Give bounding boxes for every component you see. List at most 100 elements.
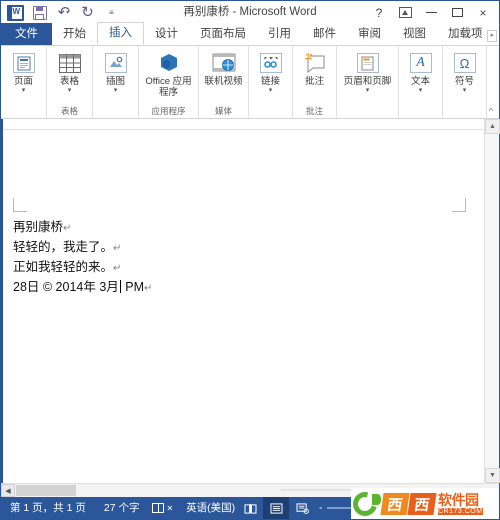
scroll-left-icon[interactable]: ◀: [1, 484, 15, 497]
links-label: 链接: [260, 76, 280, 87]
tab-overflow-icon[interactable]: ▸: [487, 30, 497, 42]
group-label-illustrations: [94, 104, 137, 118]
line-4-text: 28日 © 2014年 3月: [13, 280, 119, 294]
document-page[interactable]: 再别康桥↵ 轻轻的，我走了。↵ 正如我轻轻的来。↵ 28日 © 2014年 3月…: [3, 129, 484, 483]
scroll-down-icon[interactable]: ▼: [485, 468, 500, 483]
line-1-text: 再别康桥: [13, 220, 64, 234]
line-1-pilcrow: ↵: [63, 223, 72, 234]
online-video-button[interactable]: 联机视频: [201, 49, 247, 87]
page-indicator[interactable]: 第 1 页，共 1 页: [1, 497, 95, 519]
book-icon: [243, 503, 257, 514]
ribbon-group-tables: 表格 ▾ 表格: [47, 46, 93, 118]
group-label-symbols: [444, 104, 485, 118]
pages-caret-icon[interactable]: ▾: [22, 87, 26, 95]
link-icon: [258, 51, 284, 75]
print-layout-view-button[interactable]: [263, 497, 289, 519]
document-line-1: 再别康桥↵: [13, 218, 464, 238]
ribbon-group-pages: 页面 ▾: [1, 46, 47, 118]
quick-access-toolbar: ↶▾ ↻ ≡: [1, 4, 120, 21]
page-margin-corner-right: [452, 198, 466, 212]
window-controls: ? ×: [367, 1, 495, 24]
tab-review[interactable]: 审阅: [347, 23, 392, 45]
ribbon-group-comments: 批注 批注: [293, 46, 337, 118]
close-button[interactable]: ×: [471, 3, 495, 23]
text-icon: A: [408, 51, 434, 75]
tab-references[interactable]: 引用: [257, 23, 302, 45]
tab-file[interactable]: 文件: [1, 23, 52, 45]
illustrations-icon: [103, 51, 129, 75]
illustrations-button[interactable]: 插图 ▾: [93, 49, 139, 95]
scroll-up-icon[interactable]: ▲: [485, 119, 500, 134]
text-label: 文本: [410, 76, 430, 87]
web-layout-view-button[interactable]: [289, 497, 315, 519]
zoom-out-button[interactable]: -: [319, 502, 323, 514]
office-apps-icon: [156, 51, 182, 75]
group-label-pages: [2, 104, 45, 118]
line-4-pilcrow: ↵: [144, 283, 153, 294]
help-button[interactable]: ?: [367, 3, 391, 23]
table-caret-icon[interactable]: ▾: [68, 87, 72, 95]
comment-icon: [302, 51, 328, 75]
ribbon-insert-panel: 页面 ▾ 表格 ▾ 表格 插图 ▾ Office 应用程序 应用程序 联机视频 …: [1, 46, 499, 119]
document-line-3: 正如我轻轻的来。↵: [13, 258, 464, 278]
save-icon[interactable]: [31, 5, 48, 21]
watermark-brand-chars: 西 西: [380, 492, 437, 515]
header-footer-icon: [355, 51, 381, 75]
text-button[interactable]: A 文本 ▾: [398, 49, 444, 95]
watermark-brand-name: 软件园: [438, 491, 479, 508]
office-apps-label: Office 应用程序: [145, 76, 192, 98]
table-icon: [57, 51, 83, 75]
ribbon-group-links: 链接 ▾: [249, 46, 293, 118]
word-app-icon[interactable]: [7, 4, 24, 21]
watermark-c-logo-icon: [351, 488, 382, 519]
symbol-label: 符号: [454, 76, 474, 87]
redo-icon[interactable]: ↻: [79, 5, 96, 21]
office-apps-button[interactable]: Office 应用程序: [140, 49, 198, 98]
ribbon-group-illustrations: 插图 ▾: [93, 46, 139, 118]
document-canvas[interactable]: 再别康桥↵ 轻轻的，我走了。↵ 正如我轻轻的来。↵ 28日 © 2014年 3月…: [1, 119, 484, 483]
ribbon-display-options-icon[interactable]: [393, 3, 417, 23]
line-3-text: 正如我轻轻的来。: [13, 260, 114, 274]
symbol-button[interactable]: Ω 符号 ▾: [442, 49, 488, 95]
collapse-ribbon-icon[interactable]: ^: [489, 106, 493, 116]
tab-mailings[interactable]: 邮件: [302, 23, 347, 45]
online-video-icon: [211, 51, 237, 75]
header-footer-caret-icon[interactable]: ▾: [366, 87, 370, 95]
tab-insert[interactable]: 插入: [97, 22, 144, 45]
comment-label: 批注: [304, 76, 324, 87]
text-caret-icon[interactable]: ▾: [419, 87, 423, 95]
watermark-text-block: 软件园 CR173.COM: [438, 493, 483, 515]
vertical-scrollbar[interactable]: ▲ ▼: [484, 119, 500, 483]
read-mode-view-button[interactable]: [237, 497, 263, 519]
ribbon-group-text: A 文本 ▾: [399, 46, 443, 118]
maximize-button[interactable]: [445, 3, 469, 23]
header-footer-button[interactable]: 页眉和页脚 ▾: [339, 49, 397, 95]
document-text-body[interactable]: 再别康桥↵ 轻轻的，我走了。↵ 正如我轻轻的来。↵ 28日 © 2014年 3月…: [13, 218, 464, 298]
document-work-area: 再别康桥↵ 轻轻的，我走了。↵ 正如我轻轻的来。↵ 28日 © 2014年 3月…: [1, 119, 500, 497]
tab-home[interactable]: 开始: [52, 23, 97, 45]
minimize-button[interactable]: [419, 3, 443, 23]
links-button[interactable]: 链接 ▾: [248, 49, 294, 95]
language-indicator[interactable]: 英语(美国): [177, 497, 244, 519]
comment-button[interactable]: 批注: [292, 49, 338, 87]
tab-page-layout[interactable]: 页面布局: [189, 23, 257, 45]
page-margin-corner-left: [13, 198, 27, 212]
group-label-apps: 应用程序: [151, 106, 186, 116]
table-button[interactable]: 表格 ▾: [47, 49, 93, 95]
links-caret-icon[interactable]: ▾: [269, 87, 273, 95]
pages-button[interactable]: 页面 ▾: [1, 49, 47, 95]
symbol-caret-icon[interactable]: ▾: [463, 87, 467, 95]
proofing-errors-icon[interactable]: ✕: [148, 503, 177, 513]
customize-qat-icon[interactable]: ≡: [103, 5, 120, 21]
online-video-label: 联机视频: [204, 76, 243, 87]
horizontal-scroll-thumb[interactable]: [16, 485, 76, 496]
undo-icon[interactable]: ↶ ▾: [55, 5, 72, 21]
web-layout-icon: [295, 502, 309, 514]
document-line-4: 28日 © 2014年 3月 PM↵: [13, 278, 464, 298]
tab-design[interactable]: 设计: [144, 23, 189, 45]
word-count[interactable]: 27 个字: [95, 497, 149, 519]
tab-addins[interactable]: 加载项: [437, 23, 494, 45]
tab-view[interactable]: 视图: [392, 23, 437, 45]
line-2-pilcrow: ↵: [113, 243, 122, 254]
illustrations-caret-icon[interactable]: ▾: [114, 87, 118, 95]
